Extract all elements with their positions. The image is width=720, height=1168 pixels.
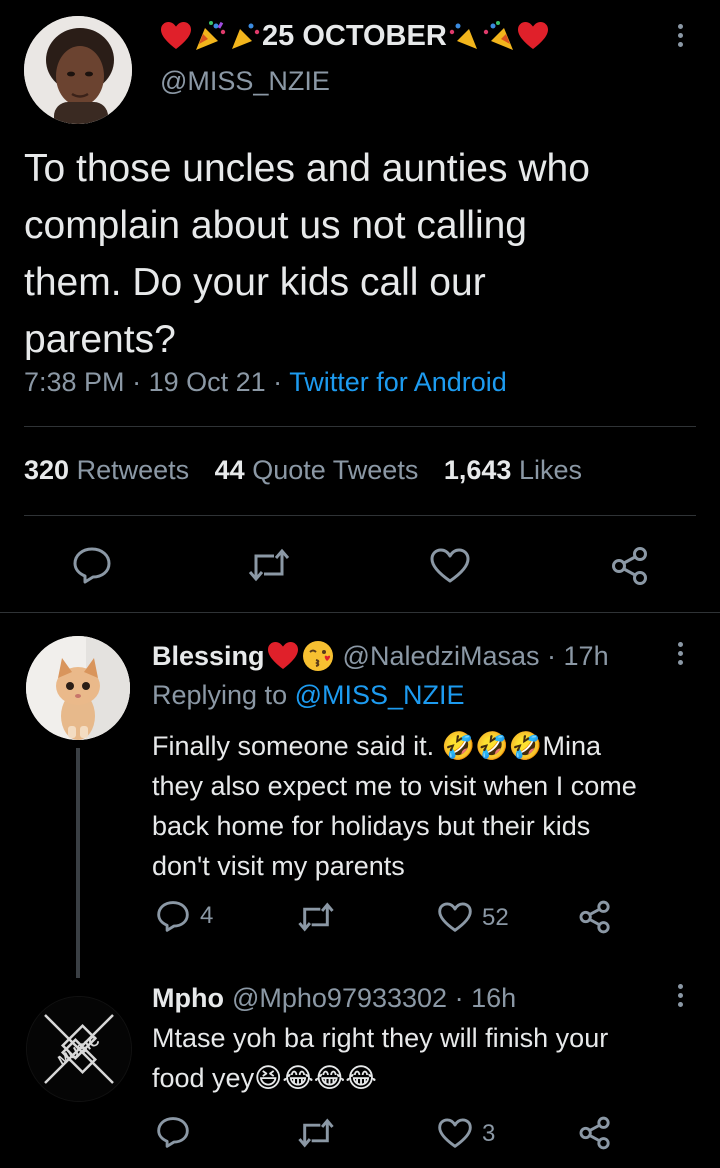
like-button[interactable] — [430, 548, 470, 584]
reply-avatar[interactable] — [26, 636, 130, 740]
reply-text-line: food yey😆😂😂😂 — [152, 1063, 377, 1093]
reply-display-name[interactable]: Mpho — [152, 983, 224, 1014]
party-popper-icon — [196, 21, 226, 50]
share-icon — [579, 1116, 610, 1150]
like-button[interactable]: 52 — [438, 902, 509, 933]
reply-text-line: they also expect me to visit when I come — [152, 771, 637, 801]
separator-dot: · — [273, 367, 290, 397]
reply-handle[interactable]: @NaledziMasas — [343, 641, 540, 672]
like-icon — [438, 1118, 472, 1148]
main-avatar[interactable] — [24, 16, 132, 124]
like-count: 3 — [482, 1119, 496, 1147]
reply-age[interactable]: 16h — [471, 983, 516, 1014]
reply-text-line: don't visit my parents — [152, 851, 405, 881]
reply-display-name[interactable]: Blessing — [152, 641, 265, 672]
more-icon[interactable] — [678, 984, 684, 1011]
tweet-text-line: parents? — [24, 318, 176, 361]
like-icon — [430, 548, 470, 583]
reply-icon — [157, 901, 189, 932]
reply-count: 4 — [200, 902, 214, 929]
kissing-face-emoji-icon — [302, 641, 333, 671]
main-tweet-text: To those uncles and aunties who complain… — [24, 140, 704, 368]
tweet-meta: 7:38 PM · 19 Oct 21 · Twitter for Androi… — [24, 367, 507, 398]
divider — [24, 515, 696, 516]
retweet-icon — [298, 1118, 334, 1148]
quotes-label: Quote Tweets — [252, 455, 419, 485]
tweet-text-line: To those uncles and aunties who — [24, 147, 590, 190]
main-display-name[interactable]: 25 OCTOBER — [160, 18, 549, 54]
retweet-icon — [298, 902, 334, 932]
share-icon — [612, 547, 647, 585]
more-icon[interactable] — [678, 642, 684, 669]
reply-text-line: back home for holidays but their kids — [152, 811, 591, 841]
party-popper-icon — [232, 23, 260, 49]
quotes-stat[interactable]: 44 Quote Tweets — [215, 455, 426, 485]
separator-dot: · — [132, 367, 149, 397]
reply-text: Mtase yoh ba right they will finish your… — [152, 1018, 712, 1098]
retweets-stat[interactable]: 320 Retweets — [24, 455, 197, 485]
reply-header: Mpho @Mpho97933302 · 16h — [152, 978, 516, 1018]
reply-button[interactable] — [156, 1116, 200, 1148]
retweet-icon — [248, 548, 290, 582]
party-popper-icon — [483, 21, 513, 50]
reply-text: Finally someone said it. 🤣🤣🤣Mina they al… — [152, 726, 712, 886]
tweet-date[interactable]: 19 Oct 21 — [149, 367, 266, 397]
reply-text-line: Finally someone said it. 🤣🤣🤣Mina — [152, 731, 602, 761]
reply-button[interactable] — [72, 546, 112, 584]
reply-age[interactable]: 17h — [564, 641, 609, 672]
more-icon[interactable] — [678, 24, 684, 51]
divider — [24, 426, 696, 427]
thread-line — [76, 748, 80, 978]
quotes-count: 44 — [214, 455, 245, 485]
like-count: 52 — [482, 903, 509, 931]
separator-dot: · — [447, 982, 472, 1013]
reply-avatar[interactable]: MUSIC — [26, 996, 132, 1102]
likes-stat[interactable]: 1,643 Likes — [444, 455, 582, 485]
tweet-time[interactable]: 7:38 PM — [24, 367, 125, 397]
reply-icon — [157, 1117, 189, 1148]
replying-handle[interactable]: @MISS_NZIE — [295, 680, 465, 710]
retweet-button[interactable] — [246, 548, 292, 582]
heart-emoji-icon — [161, 22, 191, 49]
kitten-avatar-icon — [26, 636, 130, 740]
music-logo-icon: MUSIC — [27, 997, 131, 1101]
reply-text-line: Mtase yoh ba right they will finish your — [152, 1023, 609, 1053]
heart-emoji-icon — [517, 22, 548, 49]
share-button[interactable] — [578, 1116, 612, 1150]
likes-label: Likes — [518, 455, 582, 485]
party-popper-icon — [449, 23, 477, 49]
tweet-text-line: complain about us not calling — [24, 204, 527, 247]
main-display-name-text: 25 OCTOBER — [262, 19, 447, 52]
share-button[interactable] — [610, 546, 650, 586]
share-icon — [579, 900, 610, 934]
main-handle[interactable]: @MISS_NZIE — [160, 66, 330, 97]
person-avatar-icon — [24, 16, 132, 124]
reply-handle[interactable]: @Mpho97933302 — [232, 983, 447, 1014]
like-icon — [438, 902, 472, 932]
retweets-label: Retweets — [76, 455, 190, 485]
reply-header: Blessing @NaledziMasas · 17h — [152, 636, 609, 676]
share-button[interactable] — [578, 900, 612, 934]
likes-count: 1,643 — [443, 455, 512, 485]
reply-button[interactable]: 4 — [156, 900, 213, 932]
heart-emoji-icon — [267, 642, 298, 669]
retweet-button[interactable] — [296, 902, 346, 932]
reply-icon — [73, 547, 111, 584]
tweet-source[interactable]: Twitter for Android — [289, 367, 507, 397]
retweets-count: 320 — [24, 455, 70, 485]
divider — [0, 612, 720, 613]
replying-to: Replying to @MISS_NZIE — [152, 680, 465, 711]
retweet-button[interactable] — [296, 1118, 346, 1148]
tweet-text-line: them. Do your kids call our — [24, 261, 486, 304]
tweet-stats: 320 Retweets 44 Quote Tweets 1,643 Likes — [24, 455, 582, 486]
like-button[interactable]: 3 — [438, 1118, 495, 1149]
replying-label: Replying to — [152, 680, 288, 710]
separator-dot: · — [539, 640, 564, 671]
